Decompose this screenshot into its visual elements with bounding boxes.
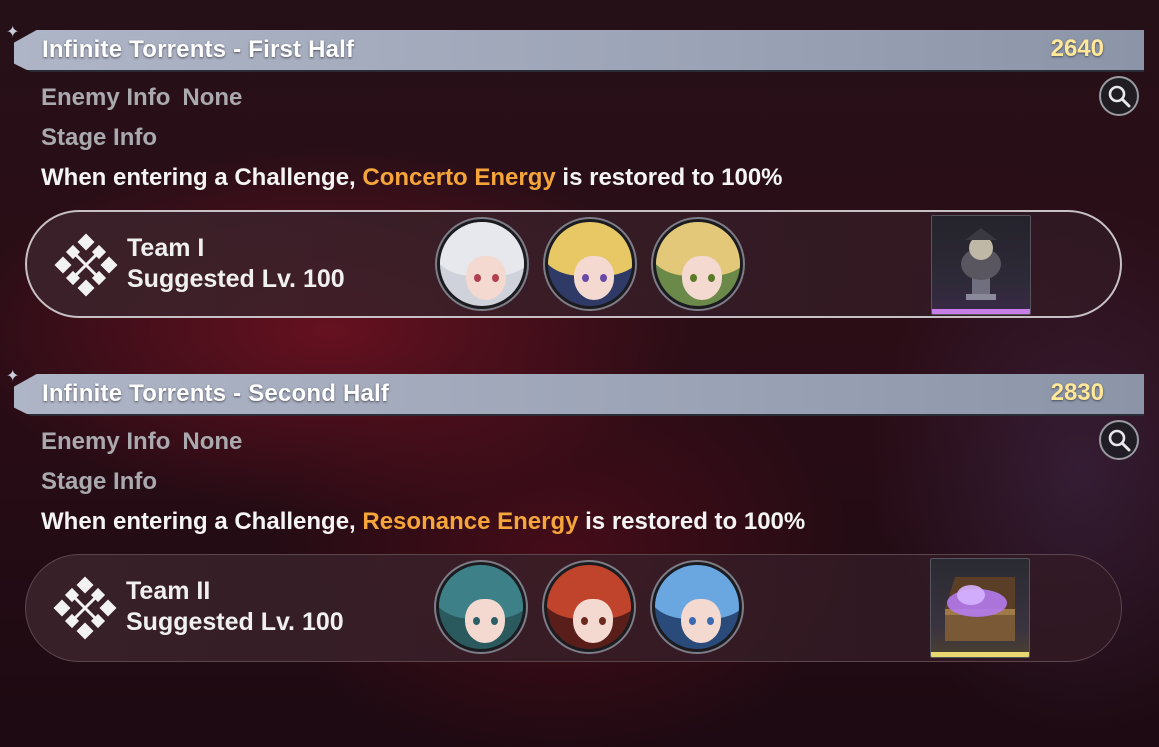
- reward-item[interactable]: [931, 215, 1031, 315]
- description-suffix: is restored to 100%: [578, 508, 806, 535]
- team-card[interactable]: Team I Suggested Lv. 100: [25, 210, 1122, 318]
- enemy-info-value: None: [182, 84, 243, 111]
- character-avatar[interactable]: [652, 562, 742, 652]
- magnifier-icon: [1108, 85, 1131, 108]
- description-prefix: When entering a Challenge,: [41, 164, 363, 191]
- description-suffix: is restored to 100%: [555, 164, 783, 191]
- description-prefix: When entering a Challenge,: [41, 508, 363, 535]
- description-highlight: Concerto Energy: [362, 164, 556, 191]
- treasure-chest-icon: [945, 577, 1015, 641]
- sparkle-icon: ✦: [6, 24, 20, 41]
- stage-description: When entering a Challenge, Resonance Ene…: [41, 508, 805, 536]
- team-suggested-level: Suggested Lv. 100: [127, 265, 345, 293]
- sparkle-icon: ✦: [6, 368, 20, 385]
- section-title: Infinite Torrents - First Half: [42, 36, 355, 63]
- character-avatar[interactable]: [544, 562, 634, 652]
- section-score: 2640: [1050, 35, 1104, 62]
- section-title: Infinite Torrents - Second Half: [42, 380, 390, 407]
- character-avatar[interactable]: [437, 219, 527, 309]
- enemy-info: Enemy Info None: [41, 428, 242, 456]
- crossed-swords-emblem-icon: [53, 576, 117, 640]
- enemy-info: Enemy Info None: [41, 84, 242, 112]
- section-score: 2830: [1050, 379, 1104, 406]
- character-avatar[interactable]: [436, 562, 526, 652]
- description-highlight: Resonance Energy: [362, 508, 579, 535]
- team-card[interactable]: Team II Suggested Lv. 100: [25, 554, 1122, 662]
- team-name: Team II: [126, 577, 211, 605]
- enemy-search-button[interactable]: [1099, 76, 1139, 116]
- team-suggested-level: Suggested Lv. 100: [126, 608, 344, 636]
- bust-statue-icon: [961, 228, 1001, 300]
- crossed-swords-emblem-icon: [54, 233, 118, 297]
- team-name: Team I: [127, 234, 205, 262]
- reward-item[interactable]: [930, 558, 1030, 658]
- character-avatar[interactable]: [653, 219, 743, 309]
- character-avatar[interactable]: [545, 219, 635, 309]
- stage-info-label: Stage Info: [41, 468, 158, 495]
- stage-description: When entering a Challenge, Concerto Ener…: [41, 164, 783, 192]
- stage-info-label: Stage Info: [41, 124, 158, 151]
- rarity-strip: [931, 652, 1029, 657]
- enemy-info-label: Enemy Info: [41, 428, 171, 455]
- rarity-strip: [932, 309, 1030, 314]
- enemy-info-label: Enemy Info: [41, 84, 171, 111]
- enemy-info-value: None: [182, 428, 243, 455]
- magnifier-icon: [1108, 429, 1131, 452]
- challenge-screen: { "sections": [ { "title": "Infinite Tor…: [0, 0, 1159, 747]
- enemy-search-button[interactable]: [1099, 420, 1139, 460]
